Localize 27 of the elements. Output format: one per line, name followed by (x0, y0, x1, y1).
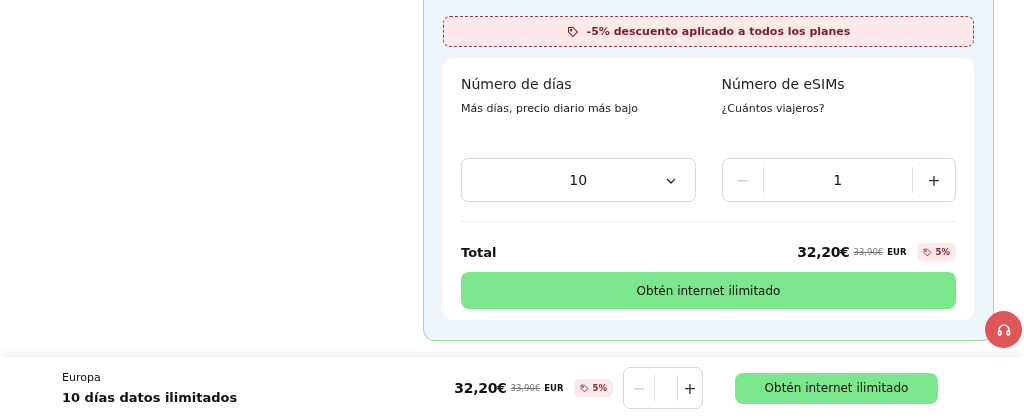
currency: EUR (544, 383, 564, 393)
days-title: Número de días (461, 76, 573, 94)
headset-icon (995, 321, 1012, 338)
old-price: 33,90€ (853, 247, 884, 257)
get-internet-button[interactable]: Obtén internet ilimitado (461, 272, 956, 309)
currency: EUR (887, 247, 907, 257)
esims-subtitle: ¿Cuántos viajeros? (721, 102, 826, 117)
increment-button[interactable]: + (678, 368, 702, 408)
plan-name: 10 días datos ilimitados (62, 390, 239, 405)
get-internet-button[interactable]: Obtén internet ilimitado (735, 372, 938, 404)
esims-title: Número de eSIMs (721, 76, 846, 94)
discount-text: -5% descuento aplicado a todos los planes (586, 25, 851, 38)
price: 32,20€ (454, 380, 507, 396)
region-label: Europa (62, 371, 102, 384)
discount-value: 5% (592, 383, 607, 393)
tag-icon (566, 25, 579, 38)
tag-icon (922, 247, 932, 257)
days-subtitle: Más días, precio diario más bajo (461, 102, 640, 117)
discount-value: 5% (935, 247, 950, 257)
total-label: Total (461, 244, 497, 260)
support-button[interactable] (985, 311, 1022, 348)
increment-button[interactable]: + (913, 159, 955, 201)
price: 32,20€ (797, 244, 850, 260)
days-select[interactable]: 10 (461, 158, 696, 202)
tag-icon (579, 383, 589, 393)
quantity-value: 1 (832, 172, 844, 188)
old-price: 33,90€ (510, 383, 541, 393)
